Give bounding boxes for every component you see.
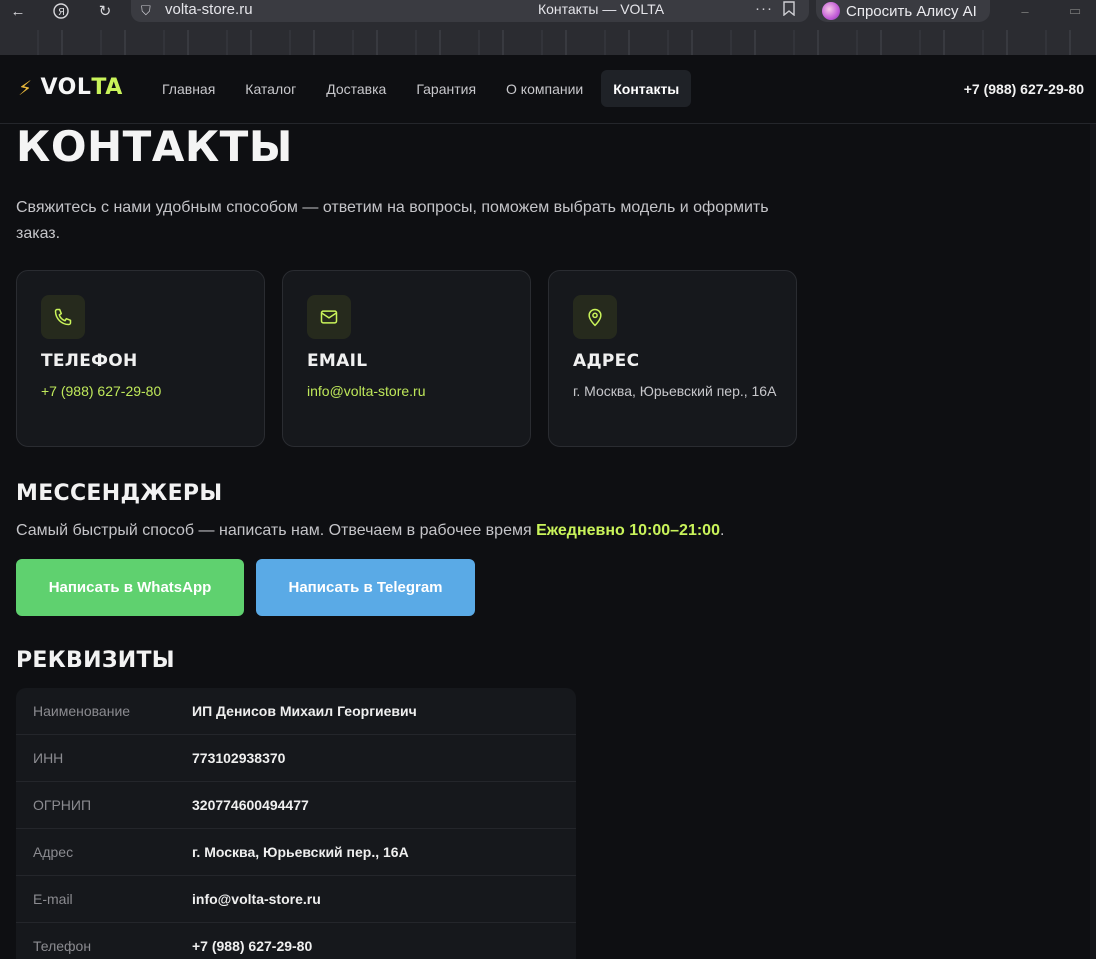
table-row: ОГРНИП 320774600494477 (16, 782, 576, 829)
alice-icon (822, 2, 840, 20)
nav-item-warranty[interactable]: Гарантия (404, 70, 488, 107)
working-hours: Ежедневно 10:00–21:00 (536, 522, 720, 539)
table-row: E-mail info@volta-store.ru (16, 876, 576, 923)
requisite-label: E-mail (33, 891, 73, 907)
requisite-label: ИНН (33, 750, 64, 766)
nav-item-about[interactable]: О компании (494, 70, 595, 107)
requisite-label: Телефон (33, 938, 92, 954)
logo[interactable]: ⚡ VOL TA (18, 75, 123, 100)
contact-cards: ТЕЛЕФОН +7 (988) 627-29-80 EMAIL info@vo… (16, 270, 814, 447)
requisites-title: РЕКВИЗИТЫ (16, 648, 175, 673)
contact-card-phone: ТЕЛЕФОН +7 (988) 627-29-80 (16, 270, 265, 447)
table-row: Адрес г. Москва, Юрьевский пер., 16А (16, 829, 576, 876)
browser-tab-title: Контакты — VOLTA (537, 1, 665, 17)
card-title-email: EMAIL (307, 351, 368, 371)
nav-item-contacts[interactable]: Контакты (601, 70, 692, 107)
lightning-icon: ⚡ (18, 75, 33, 100)
messengers-title: МЕССЕНДЖЕРЫ (16, 481, 223, 506)
bookmark-icon[interactable] (783, 1, 795, 19)
page-title: КОНТАКТЫ (16, 122, 293, 171)
card-title-address: АДРЕС (573, 351, 640, 371)
table-row: ИНН 773102938370 (16, 735, 576, 782)
requisite-value: г. Москва, Юрьевский пер., 16А (192, 844, 409, 860)
requisite-label: Адрес (33, 844, 74, 860)
card-value-phone[interactable]: +7 (988) 627-29-80 (41, 380, 251, 402)
ask-alice-button[interactable]: Спросить Алису AI (816, 0, 990, 22)
requisite-value: 773102938370 (192, 750, 286, 766)
mail-icon (307, 295, 351, 339)
svg-text:Я: Я (58, 7, 65, 18)
page-scrollbar[interactable] (1090, 124, 1096, 959)
logo-text-ta: TA (91, 75, 123, 100)
browser-controls: ← Я ↻ ⛉ volta-store.ru Контакты — VOLTA … (0, 0, 1096, 22)
requisite-value: info@volta-store.ru (192, 891, 321, 907)
table-row: Телефон +7 (988) 627-29-80 (16, 923, 576, 959)
bookmarks-bar (0, 30, 1096, 55)
messengers-text-main: Самый быстрый способ — написать нам. Отв… (16, 522, 537, 539)
nav-item-home[interactable]: Главная (150, 70, 227, 107)
nav-item-catalog[interactable]: Каталог (233, 70, 308, 107)
yandex-icon[interactable]: Я (49, 0, 73, 22)
site-header: ⚡ VOL TA Главная Каталог Доставка Гарант… (0, 55, 1096, 124)
maximize-icon[interactable]: ▭ (1060, 0, 1090, 22)
telegram-button[interactable]: Написать в Telegram (256, 559, 475, 616)
back-arrow-icon[interactable]: ← (6, 0, 30, 22)
requisite-label: Наименование (33, 703, 131, 719)
requisite-value: ИП Денисов Михаил Георгиевич (192, 703, 417, 719)
card-title-phone: ТЕЛЕФОН (41, 351, 138, 371)
requisites-table: Наименование ИП Денисов Михаил Георгиеви… (16, 688, 576, 959)
phone-icon (41, 295, 85, 339)
nav-item-delivery[interactable]: Доставка (314, 70, 398, 107)
url-text[interactable]: volta-store.ru (165, 1, 253, 18)
contact-card-email: EMAIL info@volta-store.ru (282, 270, 531, 447)
shield-icon: ⛉ (141, 3, 151, 18)
reload-icon[interactable]: ↻ (93, 0, 117, 22)
more-icon[interactable]: ··· (755, 0, 773, 17)
address-bar[interactable]: ⛉ volta-store.ru Контакты — VOLTA ··· (131, 0, 809, 22)
contact-card-address: АДРЕС г. Москва, Юрьевский пер., 16А (548, 270, 797, 447)
card-value-address: г. Москва, Юрьевский пер., 16А (573, 383, 777, 399)
main-nav: Главная Каталог Доставка Гарантия О комп… (150, 70, 697, 107)
messengers-text-end: . (719, 522, 725, 539)
card-value-email[interactable]: info@volta-store.ru (307, 380, 517, 402)
logo-text-vol: VOL (40, 75, 92, 100)
requisite-value: +7 (988) 627-29-80 (192, 938, 313, 954)
map-pin-icon (573, 295, 617, 339)
browser-toolbar: ← Я ↻ ⛉ volta-store.ru Контакты — VOLTA … (0, 0, 1096, 55)
header-phone-link[interactable]: +7 (988) 627-29-80 (964, 81, 1084, 97)
table-row: Наименование ИП Денисов Михаил Георгиеви… (16, 688, 576, 735)
requisite-value: 320774600494477 (192, 797, 309, 813)
ask-alice-label: Спросить Алису AI (846, 2, 977, 20)
intro-text: Свяжитесь с нами удобным способом — отве… (16, 199, 769, 242)
requisite-label: ОГРНИП (33, 797, 92, 813)
whatsapp-button[interactable]: Написать в WhatsApp (16, 559, 244, 616)
minimize-icon[interactable]: – (1010, 0, 1040, 22)
messengers-text: Самый быстрый способ — написать нам. Отв… (16, 522, 724, 540)
